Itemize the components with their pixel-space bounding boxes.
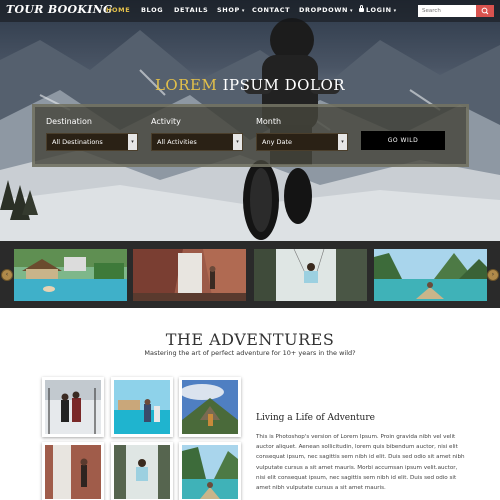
activity-value: All Activities	[157, 138, 197, 146]
lock-icon	[359, 5, 364, 12]
top-navbar: TOUR BOOKING HOME BLOG DETAILS SHOP ▾ CON…	[0, 0, 500, 22]
month-select[interactable]: Any Date ▾	[256, 133, 348, 151]
search-input[interactable]	[418, 5, 476, 17]
hero-title: LOREM IPSUM DOLOR	[0, 76, 500, 94]
chevron-left-icon[interactable]: ‹	[1, 269, 13, 281]
waterfall-swing-photo-small	[114, 445, 170, 499]
gallery-photo[interactable]	[179, 442, 241, 500]
beach-bungalow-photo	[114, 380, 170, 434]
nav-shop-label: SHOP	[217, 6, 240, 14]
nav-item-shop[interactable]: SHOP ▾	[217, 6, 245, 14]
hero-title-rest: IPSUM DOLOR	[222, 76, 346, 94]
chevron-down-icon: ▾	[128, 134, 137, 150]
search-icon	[481, 7, 489, 15]
chevron-down-icon: ▾	[338, 134, 347, 150]
carousel-thumb-canyon[interactable]	[133, 249, 246, 301]
gallery-photo[interactable]	[111, 442, 173, 500]
chevron-down-icon: ▾	[233, 134, 242, 150]
activity-select[interactable]: All Activities ▾	[151, 133, 243, 151]
canyon-waterfall-photo-small	[45, 445, 101, 499]
lake-boat-photo	[374, 249, 487, 301]
resort-pool-photo	[14, 249, 127, 301]
chevron-down-icon: ▾	[393, 8, 397, 14]
hero-banner: TOUR BOOKING HOME BLOG DETAILS SHOP ▾ CON…	[0, 0, 500, 241]
gallery-photo[interactable]	[179, 377, 241, 437]
section-subtitle: Mastering the art of perfect adventure f…	[144, 349, 356, 357]
chevron-down-icon: ▾	[350, 8, 354, 14]
chevron-right-icon[interactable]: ›	[487, 269, 499, 281]
chevron-down-icon: ▾	[241, 8, 245, 14]
search-button[interactable]	[476, 5, 494, 17]
waterfall-swing-photo	[254, 249, 367, 301]
month-label: Month	[256, 117, 282, 126]
gallery-photo[interactable]	[42, 377, 104, 437]
hero-title-accent: LOREM	[154, 76, 218, 94]
booking-form: Destination All Destinations ▾ Activity …	[32, 104, 469, 167]
nav-item-login[interactable]: LOGIN ▾	[359, 5, 397, 14]
carousel-thumb-resort[interactable]	[14, 249, 127, 301]
month-value: Any Date	[262, 138, 293, 146]
article-body: This is Photoshop's version of Lorem Ips…	[256, 434, 465, 492]
lake-boat-photo-small	[182, 445, 238, 499]
destination-select[interactable]: All Destinations ▾	[46, 133, 138, 151]
volcano-hiker-photo	[182, 380, 238, 434]
carousel-thumb-lake[interactable]	[374, 249, 487, 301]
canyon-waterfall-photo	[133, 249, 246, 301]
gallery-photo[interactable]	[111, 377, 173, 437]
winter-hikers-photo	[45, 380, 101, 434]
nav-login-label: LOGIN	[366, 6, 392, 14]
nav-dropdown-label: DROPDOWN	[299, 6, 349, 14]
nav-item-contact[interactable]: CONTACT	[252, 6, 290, 14]
nav-item-details[interactable]: DETAILS	[174, 6, 208, 14]
go-wild-button[interactable]: GO WILD	[361, 131, 445, 150]
section-title: THE ADVENTURES	[165, 330, 335, 349]
nav-item-home[interactable]: HOME	[106, 6, 130, 14]
activity-label: Activity	[151, 117, 181, 126]
gallery-photo[interactable]	[42, 442, 104, 500]
article-title: Living a Life of Adventure	[256, 413, 375, 423]
carousel-thumb-swing[interactable]	[254, 249, 367, 301]
photo-carousel: ‹ ›	[0, 241, 500, 308]
nav-item-blog[interactable]: BLOG	[141, 6, 163, 14]
destination-label: Destination	[46, 117, 92, 126]
brand-logo[interactable]: TOUR BOOKING	[6, 3, 113, 16]
destination-value: All Destinations	[52, 138, 103, 146]
nav-item-dropdown[interactable]: DROPDOWN ▾	[299, 6, 353, 14]
